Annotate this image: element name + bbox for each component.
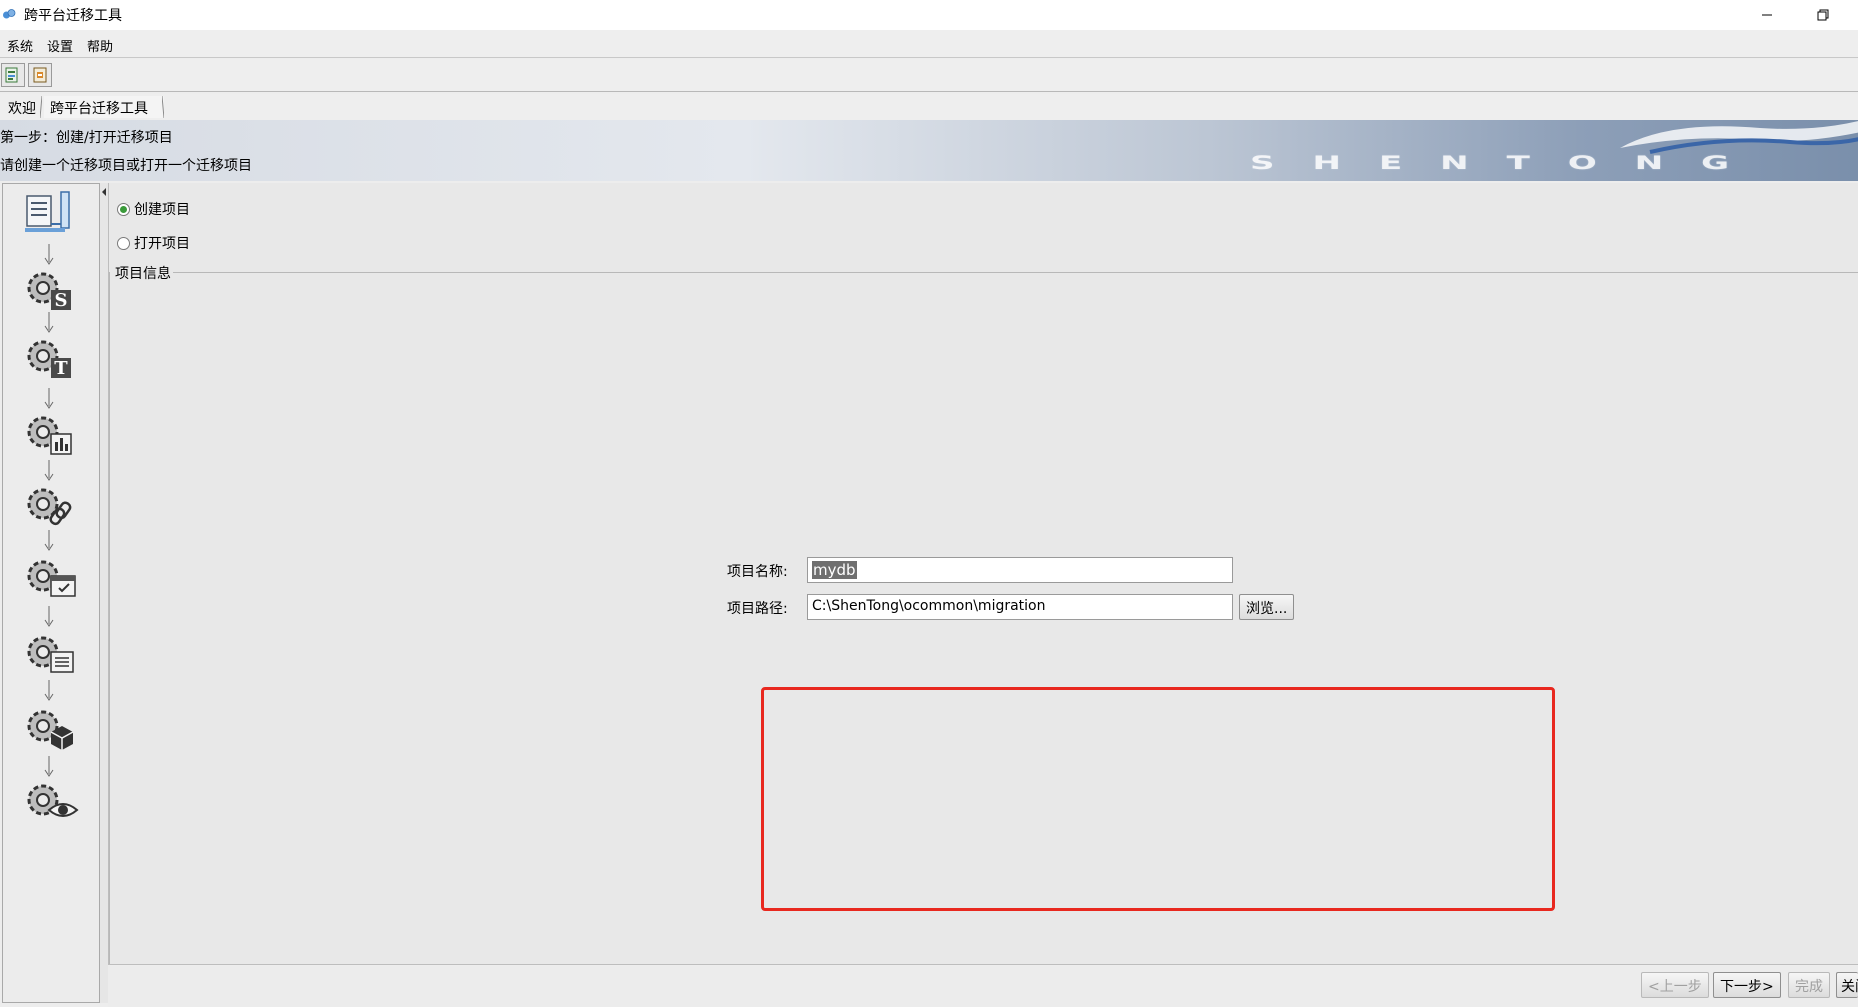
project-info-group-title: 项目信息 [115,263,173,283]
arrow-down-icon [44,244,54,265]
open-project-radio[interactable] [117,236,130,250]
gear-list-icon [27,636,74,673]
new-project-button[interactable] [1,63,25,87]
minimize-button[interactable] [1744,0,1790,30]
gear-link-icon [27,488,72,526]
menu-bar: 系统 设置 帮助 [0,30,1858,58]
collapse-arrow-icon [102,188,106,196]
window-title: 跨平台迁移工具 [24,8,122,24]
toolbar [0,59,1858,92]
arrow-down-icon [44,388,54,409]
main-panel: 创建项目 打开项目 项目信息 项目名称: mydb 项目路径: C:\ShenT… [108,183,1858,965]
brand-logo: SHENTONG [1250,152,1768,174]
arrow-down-icon [44,680,54,701]
project-name-value: mydb [812,561,857,579]
svg-text:T: T [54,358,68,379]
project-path-label: 项目路径: [727,601,788,617]
open-project-option[interactable]: 打开项目 [117,233,190,253]
gear-chart-icon [27,416,72,455]
step-title: 第一步：创建/打开迁移项目 [0,130,173,146]
step-banner: 第一步：创建/打开迁移项目 请创建一个迁移项目或打开一个迁移项目 SHENTON… [0,120,1858,181]
open-project-button[interactable] [28,63,52,87]
gear-t-icon: T [27,340,71,379]
logo-swoosh-icon [1620,121,1858,154]
wizard-nav-bar: <上一步 下一步> 完成 关闭 [108,966,1858,1007]
create-project-option[interactable]: 创建项目 [117,199,190,219]
tab-migration-tool[interactable]: 跨平台迁移工具 [44,96,164,118]
arrow-down-icon [44,312,54,333]
project-path-value: C:\ShenTong\ocommon\migration [812,598,1046,614]
steps-sidebar: S T [2,183,100,1003]
arrow-down-icon [44,756,54,777]
project-icon [25,191,70,232]
project-name-label: 项目名称: [727,564,788,580]
arrow-down-icon [44,530,54,551]
step-description: 请创建一个迁移项目或打开一个迁移项目 [0,158,252,174]
close-button[interactable]: 关闭 [1836,972,1858,998]
tab-welcome[interactable]: 欢迎 [2,96,42,118]
sidebar-splitter[interactable] [100,183,108,1003]
project-name-input[interactable]: mydb [807,557,1233,583]
tab-separator [40,96,42,118]
group-border [109,272,110,964]
arrow-down-icon [44,606,54,627]
title-bar: 跨平台迁移工具 [0,0,1858,30]
group-border [159,272,1858,273]
highlight-box [761,687,1555,911]
gear-box-icon [27,710,74,750]
finish-button[interactable]: 完成 [1788,972,1830,998]
arrow-down-icon [44,460,54,481]
svg-text:S: S [55,290,68,311]
menu-help[interactable]: 帮助 [87,36,113,55]
prev-step-button[interactable]: <上一步 [1641,972,1709,998]
new-project-icon [5,67,18,83]
next-step-button[interactable]: 下一步> [1713,972,1781,998]
minimize-icon [1762,14,1772,16]
restore-button[interactable] [1800,0,1846,30]
create-project-radio[interactable] [117,202,130,216]
gear-s-icon: S [27,272,71,311]
gear-eye-icon [27,784,79,817]
menu-settings[interactable]: 设置 [47,36,73,55]
open-project-label: 打开项目 [134,236,190,252]
create-project-label: 创建项目 [134,202,190,218]
menu-system[interactable]: 系统 [7,36,33,55]
browse-button[interactable]: 浏览... [1239,594,1295,620]
tab-bar: 欢迎 跨平台迁移工具 [0,94,1858,120]
open-project-icon [33,67,47,83]
project-path-input[interactable]: C:\ShenTong\ocommon\migration [807,594,1233,620]
app-icon [3,9,16,19]
restore-icon [1817,9,1829,21]
gear-calendar-icon [27,560,76,597]
tab-separator [162,96,164,118]
